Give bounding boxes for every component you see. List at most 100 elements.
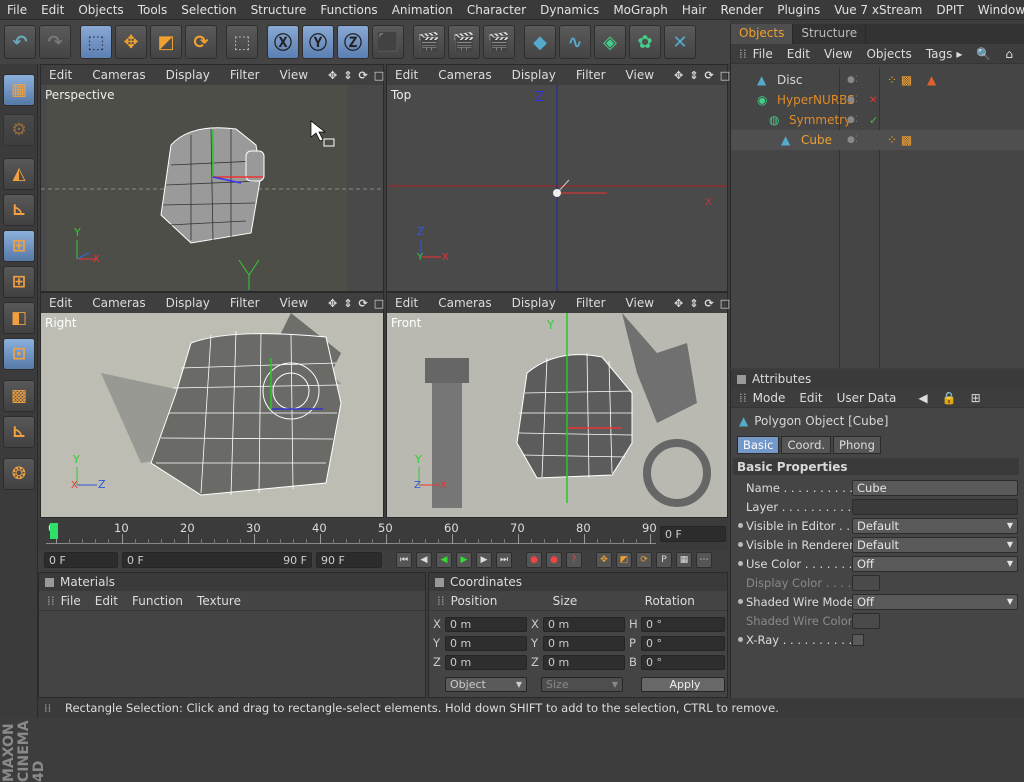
vp-menu-cameras[interactable]: Cameras: [92, 68, 145, 82]
viewport-controls[interactable]: ✥ ⇕ ⟳ □: [328, 297, 384, 310]
size-field[interactable]: 0 m: [543, 636, 625, 651]
redo-button[interactable]: ↷: [39, 25, 71, 59]
objects-menu-file[interactable]: File: [753, 47, 773, 61]
points-mode-icon[interactable]: ⊞: [3, 230, 35, 262]
current-frame-field[interactable]: 0 F: [660, 526, 726, 542]
rectangle-selection-button[interactable]: ⬚: [226, 25, 258, 59]
end-frame-field[interactable]: 90 F: [316, 552, 382, 568]
menu-item-dpit[interactable]: DPIT: [929, 3, 970, 17]
goto-end-icon[interactable]: ⏭: [496, 552, 512, 568]
attr-menu-mode[interactable]: Mode: [753, 391, 786, 405]
cube-primitive-button[interactable]: ◆: [524, 25, 556, 59]
animate-dot-icon[interactable]: [738, 523, 743, 528]
goto-start-icon[interactable]: ⏮: [396, 552, 412, 568]
vp-menu-view[interactable]: View: [626, 296, 654, 310]
tab-coord[interactable]: Coord.: [781, 436, 832, 454]
prev-key-icon[interactable]: ◀: [416, 552, 432, 568]
attr-value[interactable]: Default: [852, 517, 1018, 534]
sculpt-icon[interactable]: ⚙: [3, 114, 35, 146]
home-icon[interactable]: ⌂: [1005, 47, 1013, 61]
autokey-icon[interactable]: ●: [546, 552, 562, 568]
enabled-check-icon[interactable]: ✓: [869, 114, 878, 127]
materials-menu-function[interactable]: Function: [132, 594, 183, 608]
viewport-controls[interactable]: ✥ ⇕ ⟳ □: [328, 69, 384, 82]
menu-item-functions[interactable]: Functions: [313, 3, 384, 17]
nurbs-button[interactable]: ◈: [594, 25, 626, 59]
animate-dot-icon[interactable]: [738, 599, 743, 604]
tag-icon[interactable]: ⁘ ▩: [887, 133, 912, 147]
coordinate-system-button[interactable]: ⬛: [372, 25, 404, 59]
visibility-dots-icon[interactable]: ●⁚: [847, 75, 858, 85]
viewport-canvas[interactable]: Y Y Z X Front: [387, 313, 727, 517]
attr-value[interactable]: Off: [852, 555, 1018, 572]
model-mode-icon[interactable]: ◭: [3, 158, 35, 190]
texture-mode-icon[interactable]: ▩: [3, 380, 35, 412]
playhead-marker[interactable]: [50, 523, 58, 539]
position-field[interactable]: 0 m: [445, 636, 527, 651]
tab-objects[interactable]: Objects: [731, 24, 794, 44]
object-row-cube[interactable]: ▲ Cube ●⁚ ⁘ ▩: [731, 130, 1024, 150]
position-field[interactable]: 0 m: [445, 655, 527, 670]
vp-menu-view[interactable]: View: [626, 68, 654, 82]
animate-dot-icon[interactable]: [738, 561, 743, 566]
start-frame-field[interactable]: 0 F: [44, 552, 118, 568]
menu-item-window[interactable]: Window: [971, 3, 1024, 17]
menu-item-objects[interactable]: Objects: [71, 3, 130, 17]
vp-menu-edit[interactable]: Edit: [395, 296, 418, 310]
vp-menu-cameras[interactable]: Cameras: [438, 68, 491, 82]
vp-menu-display[interactable]: Display: [166, 296, 210, 310]
materials-menu-texture[interactable]: Texture: [197, 594, 241, 608]
object-row-hypernurbs[interactable]: ◉ HyperNURBS ●⁚ ✕: [731, 90, 1024, 110]
vp-menu-filter[interactable]: Filter: [576, 68, 606, 82]
rotation-field[interactable]: 0 °: [641, 617, 725, 632]
deformer-button[interactable]: ✕: [664, 25, 696, 59]
z-axis-lock-button[interactable]: Ⓩ: [337, 25, 369, 59]
size-mode-dropdown[interactable]: Size ▼: [541, 677, 623, 692]
apply-button[interactable]: Apply: [641, 677, 725, 692]
menu-item-render[interactable]: Render: [713, 3, 770, 17]
viewport-right[interactable]: Edit Cameras Display Filter View ✥ ⇕ ⟳ □ Y …: [40, 292, 384, 518]
materials-menu-edit[interactable]: Edit: [95, 594, 118, 608]
color-swatch[interactable]: [852, 574, 880, 591]
rotation-field[interactable]: 0 °: [641, 636, 725, 651]
play-forward-icon[interactable]: ▶: [456, 552, 472, 568]
panel-grip-icon[interactable]: [435, 577, 444, 587]
animate-dot-icon[interactable]: [738, 542, 743, 547]
polygons-mode-icon[interactable]: ◧: [3, 302, 35, 334]
viewport-canvas[interactable]: Z X Z Y X Top: [387, 85, 727, 291]
viewport-controls[interactable]: ✥ ⇕ ⟳ □: [674, 297, 730, 310]
y-axis-lock-button[interactable]: Ⓨ: [302, 25, 334, 59]
timeline-ruler[interactable]: 0102030405060708090 0 F: [38, 520, 728, 550]
color-swatch[interactable]: [852, 612, 880, 629]
vp-menu-display[interactable]: Display: [512, 296, 556, 310]
interpolation-icon[interactable]: ⋯: [696, 552, 712, 568]
key-rotation-icon[interactable]: ⟳: [636, 552, 652, 568]
preview-range-slider[interactable]: 0 F 90 F: [122, 552, 312, 568]
size-field[interactable]: 0 m: [543, 617, 625, 632]
disabled-x-icon[interactable]: ✕: [869, 95, 877, 106]
object-row-symmetry[interactable]: ◍ Symmetry ●⁚ ✓: [731, 110, 1024, 130]
viewport-top[interactable]: Edit Cameras Display Filter View ✥ ⇕ ⟳ □ Z …: [386, 64, 730, 292]
animate-dot-icon[interactable]: [738, 637, 743, 642]
rotate-tool-button[interactable]: ⟳: [185, 25, 217, 59]
menu-item-edit[interactable]: Edit: [34, 3, 71, 17]
more-arrow-icon[interactable]: ▸: [956, 47, 962, 61]
visibility-dots-icon[interactable]: ●⁚: [847, 135, 858, 145]
viewport-perspective[interactable]: Edit Cameras Display Filter View ✥ ⇕ ⟳ □ Y …: [40, 64, 384, 292]
search-icon[interactable]: 🔍: [976, 47, 991, 61]
panel-grip-icon[interactable]: [737, 374, 746, 384]
workplane-icon[interactable]: ⊾: [3, 416, 35, 448]
tab-basic[interactable]: Basic: [737, 436, 780, 454]
next-key-icon[interactable]: ▶: [476, 552, 492, 568]
vp-menu-filter[interactable]: Filter: [230, 296, 260, 310]
objects-menu-edit[interactable]: Edit: [787, 47, 810, 61]
viewport-canvas[interactable]: Y X Z Right: [41, 313, 383, 517]
menu-item-dynamics[interactable]: Dynamics: [533, 3, 606, 17]
menu-item-structure[interactable]: Structure: [244, 3, 314, 17]
render-settings-button[interactable]: 🎬: [483, 25, 515, 59]
settings-icon[interactable]: ⊞: [971, 391, 981, 405]
attr-value[interactable]: [852, 498, 1018, 515]
object-axis-icon[interactable]: ⊾: [3, 194, 35, 226]
menu-item-selection[interactable]: Selection: [174, 3, 243, 17]
vp-menu-edit[interactable]: Edit: [49, 296, 72, 310]
